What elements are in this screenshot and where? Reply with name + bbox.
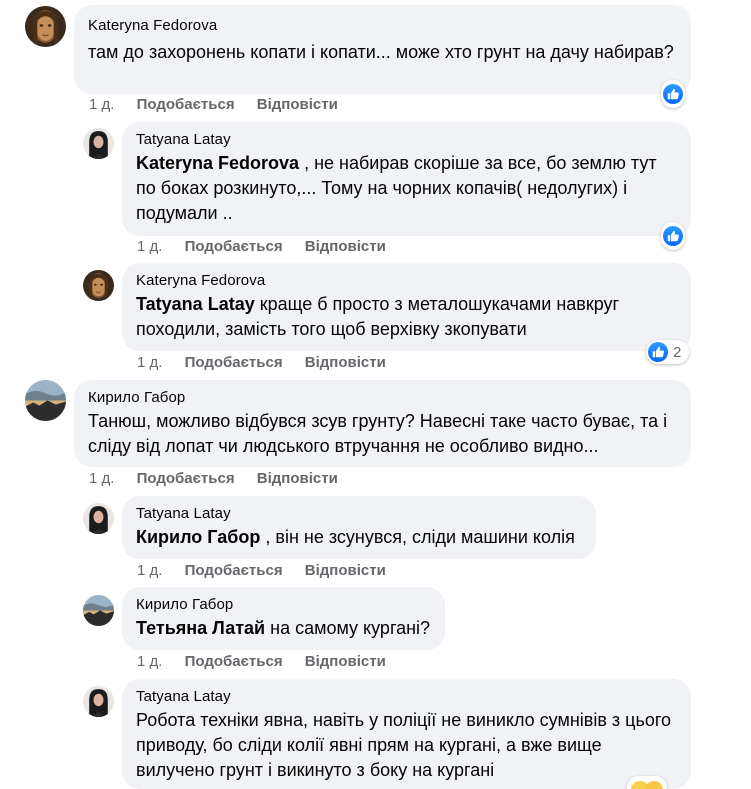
comment-author[interactable]: Kateryna Fedorova [88,16,677,35]
like-button[interactable]: Подобається [185,653,283,671]
woman-avatar-icon [83,128,114,159]
comment-actions: 1 д. Подобається Відповісти [89,470,338,488]
avatar[interactable] [25,380,66,421]
woman-avatar-icon [83,503,114,534]
comment-author[interactable]: Tatyana Latay [136,130,677,149]
like-button[interactable]: Подобається [185,238,283,256]
avatar[interactable] [25,6,66,47]
comment-timestamp[interactable]: 1 д. [137,653,162,671]
comment-actions: 1 д. Подобається Відповісти [137,653,386,671]
woman-avatar-icon [83,686,114,717]
like-button[interactable]: Подобається [137,96,235,114]
portrait-avatar-icon [83,270,114,301]
comment-bubble: Кирило Габор Танюш, можливо відбувся зсу… [74,380,691,467]
comment-bubble: Tatyana Latay Kateryna Fedorova , не наб… [122,122,691,236]
reply-button[interactable]: Відповісти [305,354,386,372]
comment-actions: 1 д. Подобається Відповісти [137,238,386,256]
comment-text: Танюш, можливо відбувся зсув грунту? Нав… [88,411,668,456]
comment-timestamp[interactable]: 1 д. [137,238,162,256]
comment-timestamp[interactable]: 1 д. [89,96,114,114]
reaction-count: 2 [673,343,682,361]
comment-actions: 1 д. Подобається Відповісти [137,354,386,372]
avatar[interactable] [83,270,114,301]
comment-text: Kateryna Fedorova , не набирав скоріше з… [136,151,677,226]
mention-link[interactable]: Kateryna Fedorova [136,153,299,173]
mention-link[interactable]: Тетьяна Латай [136,618,265,638]
portrait-avatar-icon [25,6,66,47]
like-button[interactable]: Подобається [185,562,283,580]
comment-text: там до захоронень копати і копати... мож… [88,42,674,62]
like-icon [663,84,683,104]
reaction-badge[interactable] [627,776,667,789]
like-icon [663,226,683,246]
comment-text: Робота техніки явна, навіть у поліції не… [136,710,672,780]
comment-thread: Kateryna Fedorova там до захоронень копа… [0,0,751,789]
comment-text-body: , він не зсунувся, сліди машини колія [260,527,575,547]
reply-button[interactable]: Відповісти [305,653,386,671]
comment-timestamp[interactable]: 1 д. [137,354,162,372]
comment-bubble: Tatyana Latay Кирило Габор , він не зсун… [122,496,596,559]
reaction-badge[interactable] [661,222,685,250]
comment-author[interactable]: Кирило Габор [136,595,431,614]
mention-link[interactable]: Tatyana Latay [136,294,255,314]
reply-button[interactable]: Відповісти [257,96,338,114]
comment-author[interactable]: Tatyana Latay [136,504,582,523]
reply-button[interactable]: Відповісти [305,562,386,580]
comment-text: Кирило Габор , він не зсунувся, сліди ма… [136,525,582,550]
sunset-avatar-icon [25,380,66,421]
comment-text: Тетьяна Латай на самому кургані? [136,616,431,641]
reply-button[interactable]: Відповісти [305,238,386,256]
avatar[interactable] [83,686,114,717]
reaction-badge[interactable] [661,80,685,108]
avatar[interactable] [83,128,114,159]
comment-bubble: Кирило Габор Тетьяна Латай на самому кур… [122,587,445,650]
comment-actions: 1 д. Подобається Відповісти [89,96,338,114]
care-icon [645,781,663,789]
comment-bubble: Kateryna Fedorova там до захоронень копа… [74,5,691,94]
sunset-avatar-icon [83,595,114,626]
avatar[interactable] [83,503,114,534]
reaction-badge[interactable]: 2 [646,340,690,364]
comment-bubble: Kateryna Fedorova Tatyana Latay краще б … [122,263,691,351]
mention-link[interactable]: Кирило Габор [136,527,260,547]
comment-bubble: Tatyana Latay Робота техніки явна, навіт… [122,679,691,789]
reply-button[interactable]: Відповісти [257,470,338,488]
comment-timestamp[interactable]: 1 д. [89,470,114,488]
comment-author[interactable]: Kateryna Fedorova [136,271,677,290]
comment-author[interactable]: Tatyana Latay [136,687,677,706]
avatar[interactable] [83,595,114,626]
like-icon [648,342,668,362]
comment-text-body: на самому кургані? [265,618,431,638]
reply-thread-line [47,60,49,360]
like-button[interactable]: Подобається [185,354,283,372]
comment-actions: 1 д. Подобається Відповісти [137,562,386,580]
comment-text: Tatyana Latay краще б просто з металошук… [136,292,677,342]
comment-timestamp[interactable]: 1 д. [137,562,162,580]
like-button[interactable]: Подобається [137,470,235,488]
comment-author[interactable]: Кирило Габор [88,388,677,407]
